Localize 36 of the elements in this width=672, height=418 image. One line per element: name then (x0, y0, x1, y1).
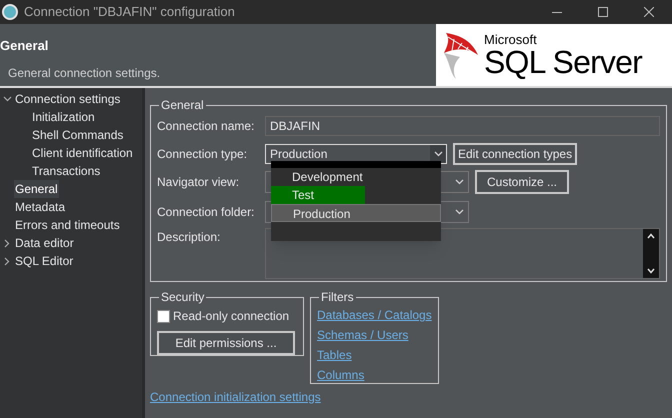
sidebar-item[interactable]: General (14, 180, 59, 198)
edit-types-button[interactable]: Edit connection types (453, 143, 578, 165)
window-title: Connection "DBJAFIN" configuration (24, 3, 235, 22)
scroll-down-icon[interactable] (647, 268, 655, 274)
field-label: Connection name: (157, 118, 256, 135)
checkbox-label: Read-only connection (173, 308, 290, 325)
sidebar-item[interactable]: Metadata (14, 198, 66, 216)
dropdown-option[interactable]: Production (271, 204, 441, 222)
dropdown-option[interactable]: Test (271, 186, 441, 204)
sidebar-item[interactable]: SQL Editor (14, 252, 74, 270)
dropdown-option[interactable]: Development (271, 168, 441, 186)
sidebar-item[interactable]: Connection settings (14, 90, 122, 108)
field-label: Navigator view: (157, 174, 240, 191)
app-icon (2, 4, 18, 20)
page-title: General (0, 37, 50, 55)
sidebar-item[interactable]: Data editor (14, 234, 75, 252)
scrollbar[interactable] (643, 229, 659, 278)
scroll-up-icon[interactable] (647, 233, 655, 239)
group-title: Filters (320, 289, 355, 306)
name-field[interactable]: DBJAFIN (265, 116, 660, 136)
sidebar-item[interactable]: Errors and timeouts (14, 216, 121, 234)
logo-small-text: Microsoft (484, 32, 538, 46)
group-title: Security (160, 289, 206, 306)
field-label: Description: (157, 229, 222, 246)
group-title: General (160, 97, 205, 114)
field-label: Connection folder: (157, 204, 256, 221)
field-label: Connection type: (157, 146, 248, 163)
edit-permissions-button[interactable]: Edit permissions ... (157, 331, 295, 355)
page-subtitle: General connection settings. (8, 64, 162, 82)
sidebar-item[interactable]: Transactions (31, 162, 102, 180)
checkbox[interactable] (157, 310, 170, 322)
customize-button[interactable]: Customize ... (475, 170, 570, 194)
logo-large-text: SQL Server (484, 46, 642, 78)
sidebar-item[interactable]: Initialization (31, 108, 96, 126)
sidebar-item[interactable]: Shell Commands (31, 126, 124, 144)
sidebar-item[interactable]: Client identification (31, 144, 134, 162)
